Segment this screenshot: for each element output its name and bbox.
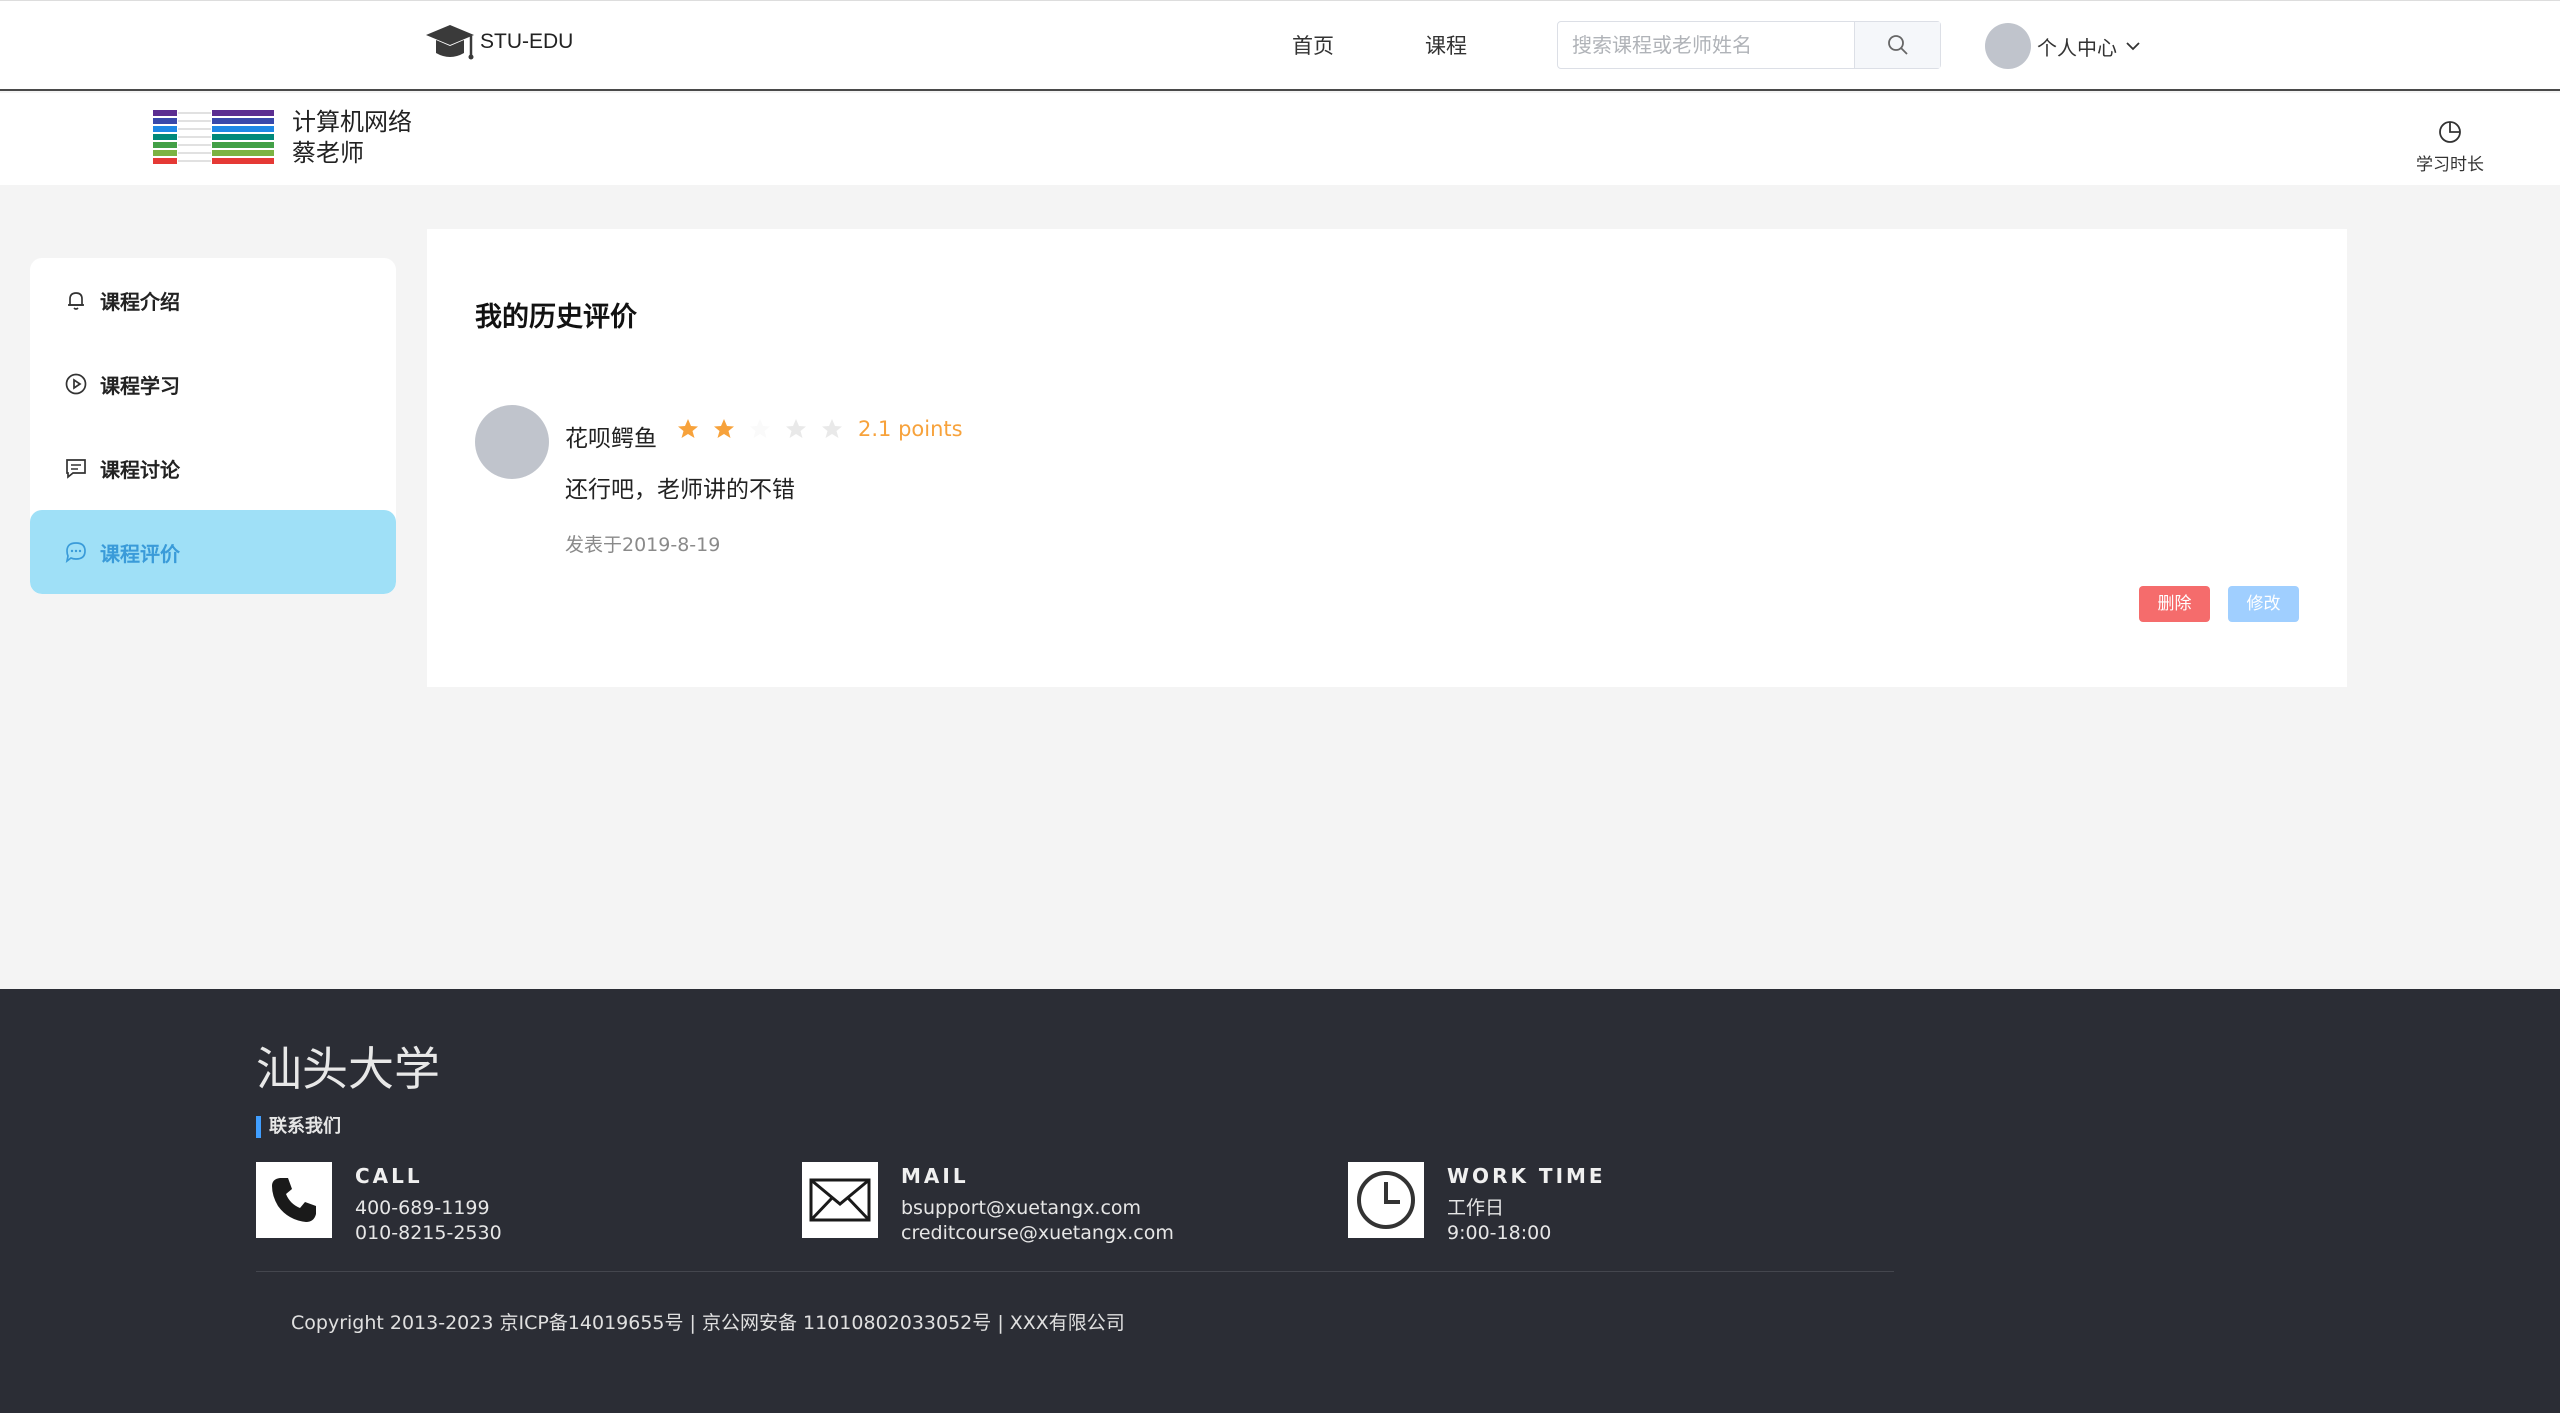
work-time-line: 工作日	[1447, 1197, 1505, 1219]
star-filled-icon	[714, 419, 734, 438]
review-username: 花呗鳄鱼	[565, 426, 657, 452]
site-logo[interactable]: STU-EDU	[424, 21, 573, 67]
avatar	[1985, 23, 2031, 69]
sidebar-item-label: 课程介绍	[100, 289, 180, 314]
star-partial-icon	[750, 419, 770, 438]
rating-points: 2.1 points	[858, 417, 963, 441]
star-empty-icon	[786, 419, 806, 438]
page-title: 我的历史评价	[475, 302, 637, 333]
footer-university: 汕头大学	[256, 1042, 440, 1096]
user-center-dropdown[interactable]: 个人中心	[1985, 23, 2143, 69]
footer-divider	[256, 1271, 1894, 1272]
sidebar-item-review[interactable]: 课程评价	[30, 510, 396, 594]
course-header: 计算机网络 蔡老师 学习时长	[0, 93, 2560, 185]
sidebar-item-label: 课程讨论	[100, 457, 180, 482]
sidebar-item-study[interactable]: 课程学习	[30, 342, 396, 426]
chat-bubble-icon	[65, 542, 86, 564]
logo-text: STU-EDU	[480, 30, 574, 53]
user-center-label: 个人中心	[2037, 35, 2117, 60]
star-empty-icon	[822, 419, 842, 438]
sidebar-item-discussion[interactable]: 课程讨论	[30, 426, 396, 510]
comment-icon	[66, 459, 86, 479]
course-teacher: 蔡老师	[292, 139, 364, 167]
search-button[interactable]	[1854, 22, 1940, 68]
review-history-panel: 我的历史评价 花呗鳄鱼 2.1 points 还行吧，老师讲的不错 发表于201…	[427, 229, 2347, 687]
site-footer: 汕头大学 联系我们 CALL 400-689-1199 010-8215-253…	[0, 989, 2560, 1413]
chevron-down-icon	[2126, 42, 2140, 51]
course-thumbnail	[152, 108, 276, 170]
work-time-line: 9:00-18:00	[1447, 1222, 1552, 1244]
star-filled-icon	[678, 419, 698, 438]
mail-line[interactable]: bsupport@xuetangx.com	[901, 1196, 1174, 1221]
star-rating: 2.1 points	[676, 417, 963, 441]
nav-courses[interactable]: 课程	[1425, 30, 1467, 60]
contact-work-time: WORK TIME 工作日 9:00-18:00	[1348, 1162, 1606, 1246]
top-navbar: STU-EDU 首页 课程 个人中心	[0, 0, 2560, 91]
course-sidebar: 课程介绍 课程学习 课程讨论 课程评价	[30, 258, 396, 594]
review-date: 发表于2019-8-19	[565, 534, 721, 556]
delete-button[interactable]: 删除	[2139, 586, 2210, 622]
course-info: 计算机网络 蔡老师	[292, 107, 412, 169]
contact-title: 联系我们	[256, 1116, 341, 1138]
nav-home[interactable]: 首页	[1292, 30, 1334, 60]
study-time-label: 学习时长	[2416, 155, 2484, 175]
course-title: 计算机网络	[292, 108, 412, 136]
phone-icon	[256, 1162, 332, 1238]
sidebar-item-intro[interactable]: 课程介绍	[30, 258, 396, 342]
sidebar-item-label: 课程评价	[100, 541, 180, 566]
call-line: 400-689-1199	[355, 1197, 490, 1219]
clock-icon	[1348, 1162, 1424, 1238]
search-box	[1557, 21, 1941, 69]
study-time-button[interactable]: 学习时长	[2414, 119, 2486, 175]
play-circle-icon	[65, 373, 87, 395]
edit-button[interactable]: 修改	[2228, 586, 2299, 622]
mail-icon	[802, 1162, 878, 1238]
pie-chart-icon	[2439, 121, 2461, 143]
contact-call: CALL 400-689-1199 010-8215-2530	[256, 1162, 502, 1246]
copyright: Copyright 2013-2023 京ICP备14019655号 | 京公网…	[291, 1312, 1125, 1334]
call-heading: CALL	[355, 1164, 423, 1188]
bell-icon	[68, 292, 84, 310]
search-input[interactable]	[1558, 22, 1854, 68]
contact-mail: MAIL bsupport@xuetangx.com creditcourse@…	[802, 1162, 1174, 1246]
mail-heading: MAIL	[901, 1164, 969, 1188]
mail-line[interactable]: creditcourse@xuetangx.com	[901, 1221, 1174, 1246]
graduation-cap-icon	[426, 25, 474, 60]
call-line: 010-8215-2530	[355, 1222, 502, 1244]
review-text: 还行吧，老师讲的不错	[565, 477, 795, 503]
work-time-heading: WORK TIME	[1447, 1164, 1606, 1188]
search-icon	[1887, 35, 1908, 55]
sidebar-item-label: 课程学习	[100, 373, 180, 398]
avatar	[475, 405, 549, 479]
